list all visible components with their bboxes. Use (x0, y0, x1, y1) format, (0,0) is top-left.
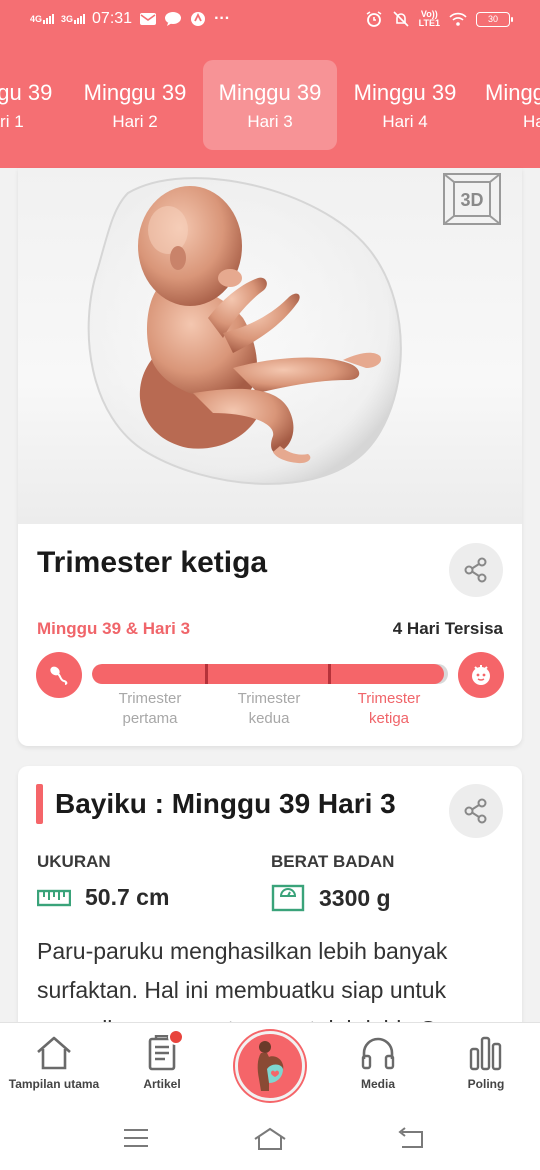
sperm-icon (36, 652, 82, 698)
trimester-1-label: Trimester pertama (90, 689, 210, 729)
app-notification-icon (191, 12, 206, 26)
nav-articles-label: Artikel (143, 1077, 181, 1091)
trimester-word: Trimester (118, 690, 182, 707)
trimester-card: 3D Trimester ketiga Minggu 39 & Hari 3 4… (18, 168, 522, 746)
wifi-icon (449, 12, 467, 26)
pregnancy-center-button[interactable] (235, 1031, 305, 1101)
scale-icon (271, 884, 305, 912)
size-label: UKURAN (37, 852, 111, 871)
days-remaining: 4 Hari Tersisa (392, 619, 503, 638)
tab-day-label: Hari 3 (247, 112, 293, 131)
home-icon (37, 1036, 71, 1070)
network-type-2: 3G (61, 14, 74, 24)
tab-week-label: Minggu 39 (0, 80, 53, 105)
tab-day-4[interactable]: Minggu 39 Hari 4 (338, 60, 472, 150)
poll-chart-icon (469, 1036, 502, 1071)
headphones-icon (361, 1037, 395, 1070)
current-week-label: Minggu 39 & Hari 3 (37, 619, 191, 638)
weight-label: BERAT BADAN (271, 852, 395, 871)
nav-polls-label: Poling (467, 1077, 505, 1091)
nav-home[interactable]: Tampilan utama (0, 1035, 108, 1091)
tab-day-label: Hari 4 (382, 112, 428, 131)
signal-icon-2: 3G (61, 14, 86, 24)
app-header: 4G 3G 07:31 ··· Vo))LTE1 30 Minggu 39 Ha… (0, 0, 540, 168)
nav-home-label: Tampilan utama (8, 1077, 100, 1091)
back-icon[interactable] (396, 1126, 426, 1150)
nav-articles[interactable]: Artikel (108, 1029, 216, 1091)
size-stat: 50.7 cm (37, 884, 169, 911)
status-bar: 4G 3G 07:31 ··· Vo)) LTE1 30 (0, 0, 540, 42)
tab-day-1[interactable]: Minggu 39 Hari 1 (0, 60, 68, 150)
volte-indicator: Vo)) LTE1 (419, 10, 440, 28)
trimester-title: Trimester ketiga (37, 546, 268, 579)
trimester-2-label: Trimester kedua (209, 689, 329, 729)
signal-icon: 4G (30, 14, 55, 24)
tab-day-2[interactable]: Minggu 39 Hari 2 (68, 60, 202, 150)
clock: 07:31 (92, 10, 133, 27)
progress-fill (92, 664, 445, 684)
weight-value: 3300 g (319, 884, 391, 911)
title-accent-bar (36, 784, 43, 824)
weight-stat: 3300 g (271, 884, 391, 912)
tab-day-label: Hari 1 (0, 112, 24, 131)
tab-week-label: Minggu 39 (83, 80, 187, 105)
battery-icon: 30 (476, 11, 513, 27)
baby-face-icon (458, 652, 504, 698)
baby-card-title: Bayiku : Minggu 39 Hari 3 (55, 788, 396, 819)
tab-day-label: Hari 5 (523, 112, 540, 131)
share-button[interactable] (449, 784, 503, 838)
tab-week-label: Minggu 39 (485, 80, 540, 105)
trimester-divider (205, 664, 208, 684)
notification-dot (168, 1029, 184, 1045)
share-icon (464, 798, 487, 824)
trimester-word: Trimester (237, 690, 301, 707)
mute-icon (393, 11, 409, 27)
trimester-divider (328, 664, 331, 684)
trimester-name: kedua (248, 710, 290, 727)
more-icon: ··· (214, 10, 231, 27)
nav-media-label: Media (360, 1077, 395, 1091)
chat-icon (165, 12, 182, 26)
tab-day-5[interactable]: Minggu 39 Hari 5 (473, 60, 540, 150)
home-system-icon[interactable] (252, 1126, 288, 1152)
nav-polls[interactable]: Poling (432, 1035, 540, 1091)
nav-media[interactable]: Media (324, 1035, 432, 1091)
pregnant-woman-icon (257, 1041, 284, 1091)
alarm-icon (366, 11, 382, 27)
ruler-icon (37, 889, 71, 906)
fetus-3d-image[interactable]: 3D (18, 168, 522, 524)
3d-badge-text: 3D (460, 190, 483, 210)
network-type-1: 4G (30, 14, 43, 24)
size-value: 50.7 cm (85, 884, 170, 910)
share-icon (464, 557, 487, 583)
baby-info-card: Bayiku : Minggu 39 Hari 3 UKURAN BERAT B… (18, 766, 522, 1046)
trimester-word: Trimester (357, 690, 421, 707)
lte-label: LTE1 (418, 18, 440, 28)
tab-week-label: Minggu 39 (353, 80, 457, 105)
share-button[interactable] (449, 543, 503, 597)
mail-icon (140, 13, 157, 25)
trimester-3-label: Trimester ketiga (329, 689, 449, 729)
tab-day-label: Hari 2 (112, 112, 158, 131)
tab-day-3[interactable]: Minggu 39 Hari 3 (203, 60, 337, 150)
pregnancy-progress-bar (92, 664, 448, 684)
trimester-name: pertama (122, 710, 178, 727)
system-navigation-bar (0, 1108, 540, 1170)
tab-week-label: Minggu 39 (218, 80, 322, 105)
menu-icon[interactable] (122, 1126, 150, 1150)
trimester-name: ketiga (368, 710, 410, 727)
bottom-navigation: Tampilan utama Artikel Media Poling (0, 1022, 540, 1108)
3d-view-icon[interactable]: 3D (442, 172, 502, 226)
day-tabs: Minggu 39 Hari 1 Minggu 39 Hari 2 Minggu… (0, 60, 540, 150)
